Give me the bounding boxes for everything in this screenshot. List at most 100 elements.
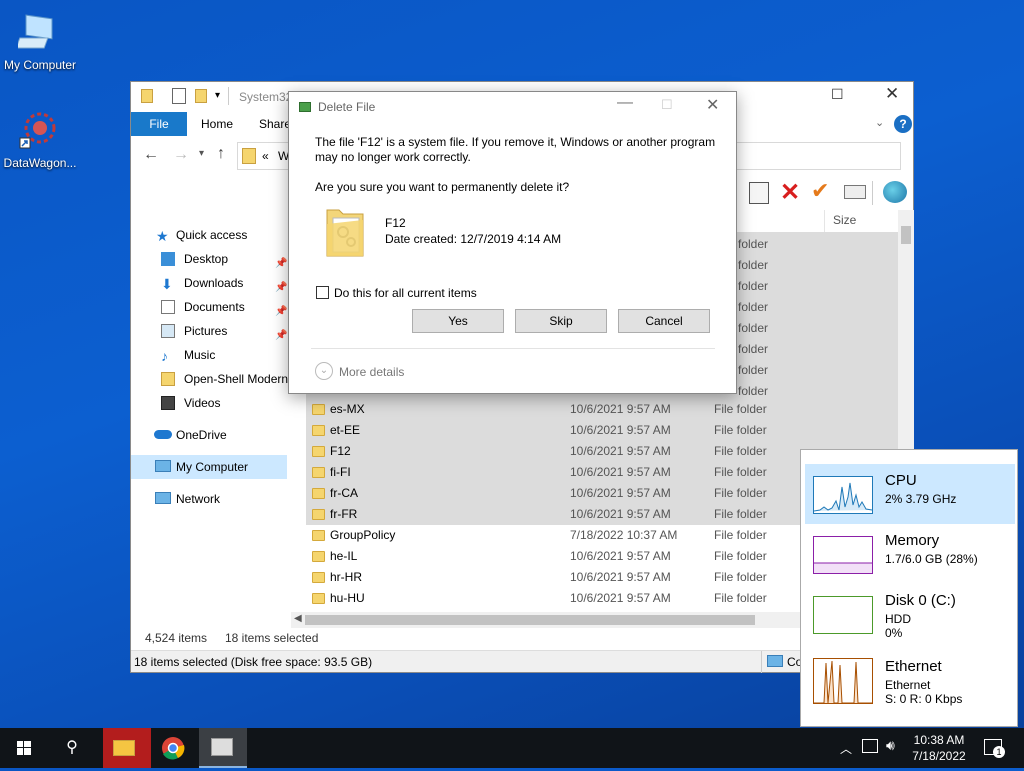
disk-graph [813, 596, 873, 634]
type-cell: folder [738, 321, 769, 335]
dialog-title: Delete File [318, 100, 376, 114]
computer-icon [15, 10, 62, 54]
app-window-icon [211, 738, 233, 756]
perf-detail: 2% 3.79 GHz [885, 492, 957, 506]
perf-item-ethernet[interactable]: Ethernet Ethernet S: 0 R: 0 Kbps [805, 650, 1015, 710]
perf-item-cpu[interactable]: CPU 2% 3.79 GHz [805, 464, 1015, 524]
music-icon: ♪ [161, 348, 168, 364]
rename-icon[interactable] [844, 185, 866, 199]
apply-all-checkbox[interactable] [316, 286, 329, 299]
forward-icon[interactable]: → [173, 146, 189, 164]
folder-icon [312, 488, 325, 499]
perf-detail: 0% [885, 626, 903, 640]
address-overflow[interactable]: « [262, 149, 269, 163]
file-name: F12 [385, 216, 406, 230]
ribbon-expand-icon[interactable]: ⌄ [875, 116, 884, 129]
more-details-link[interactable]: More details [339, 365, 404, 379]
desktop-icon-label: My Computer [3, 58, 77, 72]
yes-button[interactable]: Yes [412, 309, 504, 333]
nav-music[interactable]: ♪ Music [131, 343, 287, 367]
back-icon[interactable]: ← [143, 146, 159, 164]
cpu-graph [813, 476, 873, 514]
search-icon[interactable]: ⚲ [48, 728, 96, 768]
close-icon[interactable]: ✕ [706, 95, 719, 115]
desktop-icon-my-computer[interactable]: My Computer [0, 10, 80, 72]
nav-quick-access[interactable]: ★ Quick access [131, 223, 287, 247]
start-button[interactable] [0, 728, 48, 768]
nav-open-shell-modern[interactable]: Open-Shell Modern [131, 367, 288, 391]
checkmark-icon[interactable]: ✔ [811, 178, 829, 204]
folder-icon [312, 509, 325, 520]
taskbar-chrome[interactable] [151, 728, 199, 768]
nav-downloads[interactable]: ⬇ Downloads 📌 [131, 271, 287, 295]
folder-icon [312, 446, 325, 457]
minimize-icon[interactable]: — [617, 94, 633, 112]
type-cell: folder [738, 258, 769, 272]
help-icon[interactable]: ? [894, 115, 912, 133]
apply-all-label: Do this for all current items [334, 286, 477, 300]
quick-access-dropdown-icon[interactable]: ▾ [215, 90, 220, 101]
computer-icon [155, 460, 171, 472]
network-icon [155, 492, 171, 504]
clock[interactable]: 10:38 AM 7/18/2022 [911, 732, 967, 764]
nav-onedrive[interactable]: OneDrive [131, 423, 287, 447]
memory-graph [813, 536, 873, 574]
datawagon-logo-icon [18, 108, 62, 152]
nav-my-computer[interactable]: My Computer [131, 455, 287, 479]
network-icon[interactable] [862, 739, 878, 753]
details-divider [761, 651, 762, 673]
properties-icon[interactable] [172, 88, 186, 104]
globe-icon[interactable] [883, 181, 907, 203]
desktop-icon [161, 252, 175, 266]
dialog-question: Are you sure you want to permanently del… [315, 180, 570, 194]
perf-title: Disk 0 (C:) [885, 592, 956, 609]
scroll-thumb[interactable] [305, 615, 755, 625]
folder-icon [312, 572, 325, 583]
nav-network[interactable]: Network [131, 487, 287, 511]
column-header-size[interactable]: Size [833, 213, 856, 227]
details-bar: 18 items selected (Disk free space: 93.5… [131, 650, 913, 673]
perf-item-memory[interactable]: Memory 1.7/6.0 GB (28%) [805, 524, 1015, 584]
nav-desktop[interactable]: Desktop 📌 [131, 247, 287, 271]
task-manager-summary: CPU 2% 3.79 GHz Memory 1.7/6.0 GB (28%) … [800, 449, 1018, 727]
clipboard-icon[interactable] [749, 182, 769, 204]
window-title: System32 [239, 90, 293, 104]
nav-documents[interactable]: Documents 📌 [131, 295, 287, 319]
delete-file-dialog: Delete File — ☐ ✕ The file 'F12' is a sy… [288, 91, 737, 394]
recent-locations-icon[interactable]: ▾ [199, 148, 204, 159]
perf-item-disk[interactable]: Disk 0 (C:) HDD 0% [805, 584, 1015, 644]
new-folder-icon[interactable] [195, 89, 207, 103]
type-cell: folder [738, 342, 769, 356]
table-row[interactable]: es-MX 10/6/2021 9:57 AM File folder [306, 399, 898, 420]
up-icon[interactable]: ↑ [217, 145, 225, 163]
folder-icon [312, 551, 325, 562]
delete-icon[interactable]: ✕ [780, 178, 800, 207]
expand-details-icon[interactable]: ⌄ [315, 362, 333, 380]
status-selected-count: 18 items selected [225, 631, 319, 645]
cancel-button[interactable]: Cancel [618, 309, 710, 333]
taskbar-file-explorer[interactable] [103, 728, 151, 768]
notification-center-icon[interactable]: 1 [984, 739, 1005, 758]
tab-file[interactable]: File [131, 112, 187, 136]
scroll-thumb[interactable] [901, 226, 911, 244]
maximize-icon[interactable]: ☐ [831, 86, 844, 103]
column-divider [824, 210, 825, 232]
videos-icon [161, 396, 175, 410]
nav-videos[interactable]: Videos [131, 391, 287, 415]
close-icon[interactable]: ✕ [885, 84, 899, 104]
skip-button[interactable]: Skip [515, 309, 607, 333]
show-hidden-icons-icon[interactable]: ︿ [840, 740, 852, 757]
file-date-created: Date created: 12/7/2019 4:14 AM [385, 232, 562, 246]
star-icon: ★ [156, 228, 169, 244]
scroll-left-icon[interactable]: ◀ [294, 613, 302, 624]
volume-icon[interactable]: 🔊︎ [886, 737, 895, 754]
folder-icon [312, 425, 325, 436]
taskbar-app-active[interactable] [199, 728, 247, 768]
tab-home[interactable]: Home [187, 112, 247, 136]
table-row[interactable]: et-EE 10/6/2021 9:57 AM File folder [306, 420, 898, 441]
nav-pictures[interactable]: Pictures 📌 [131, 319, 287, 343]
chrome-icon [162, 737, 185, 760]
desktop-icon-datawagon[interactable]: DataWagon... [0, 108, 80, 170]
perf-detail: HDD [885, 612, 911, 626]
folder-icon [141, 89, 153, 103]
